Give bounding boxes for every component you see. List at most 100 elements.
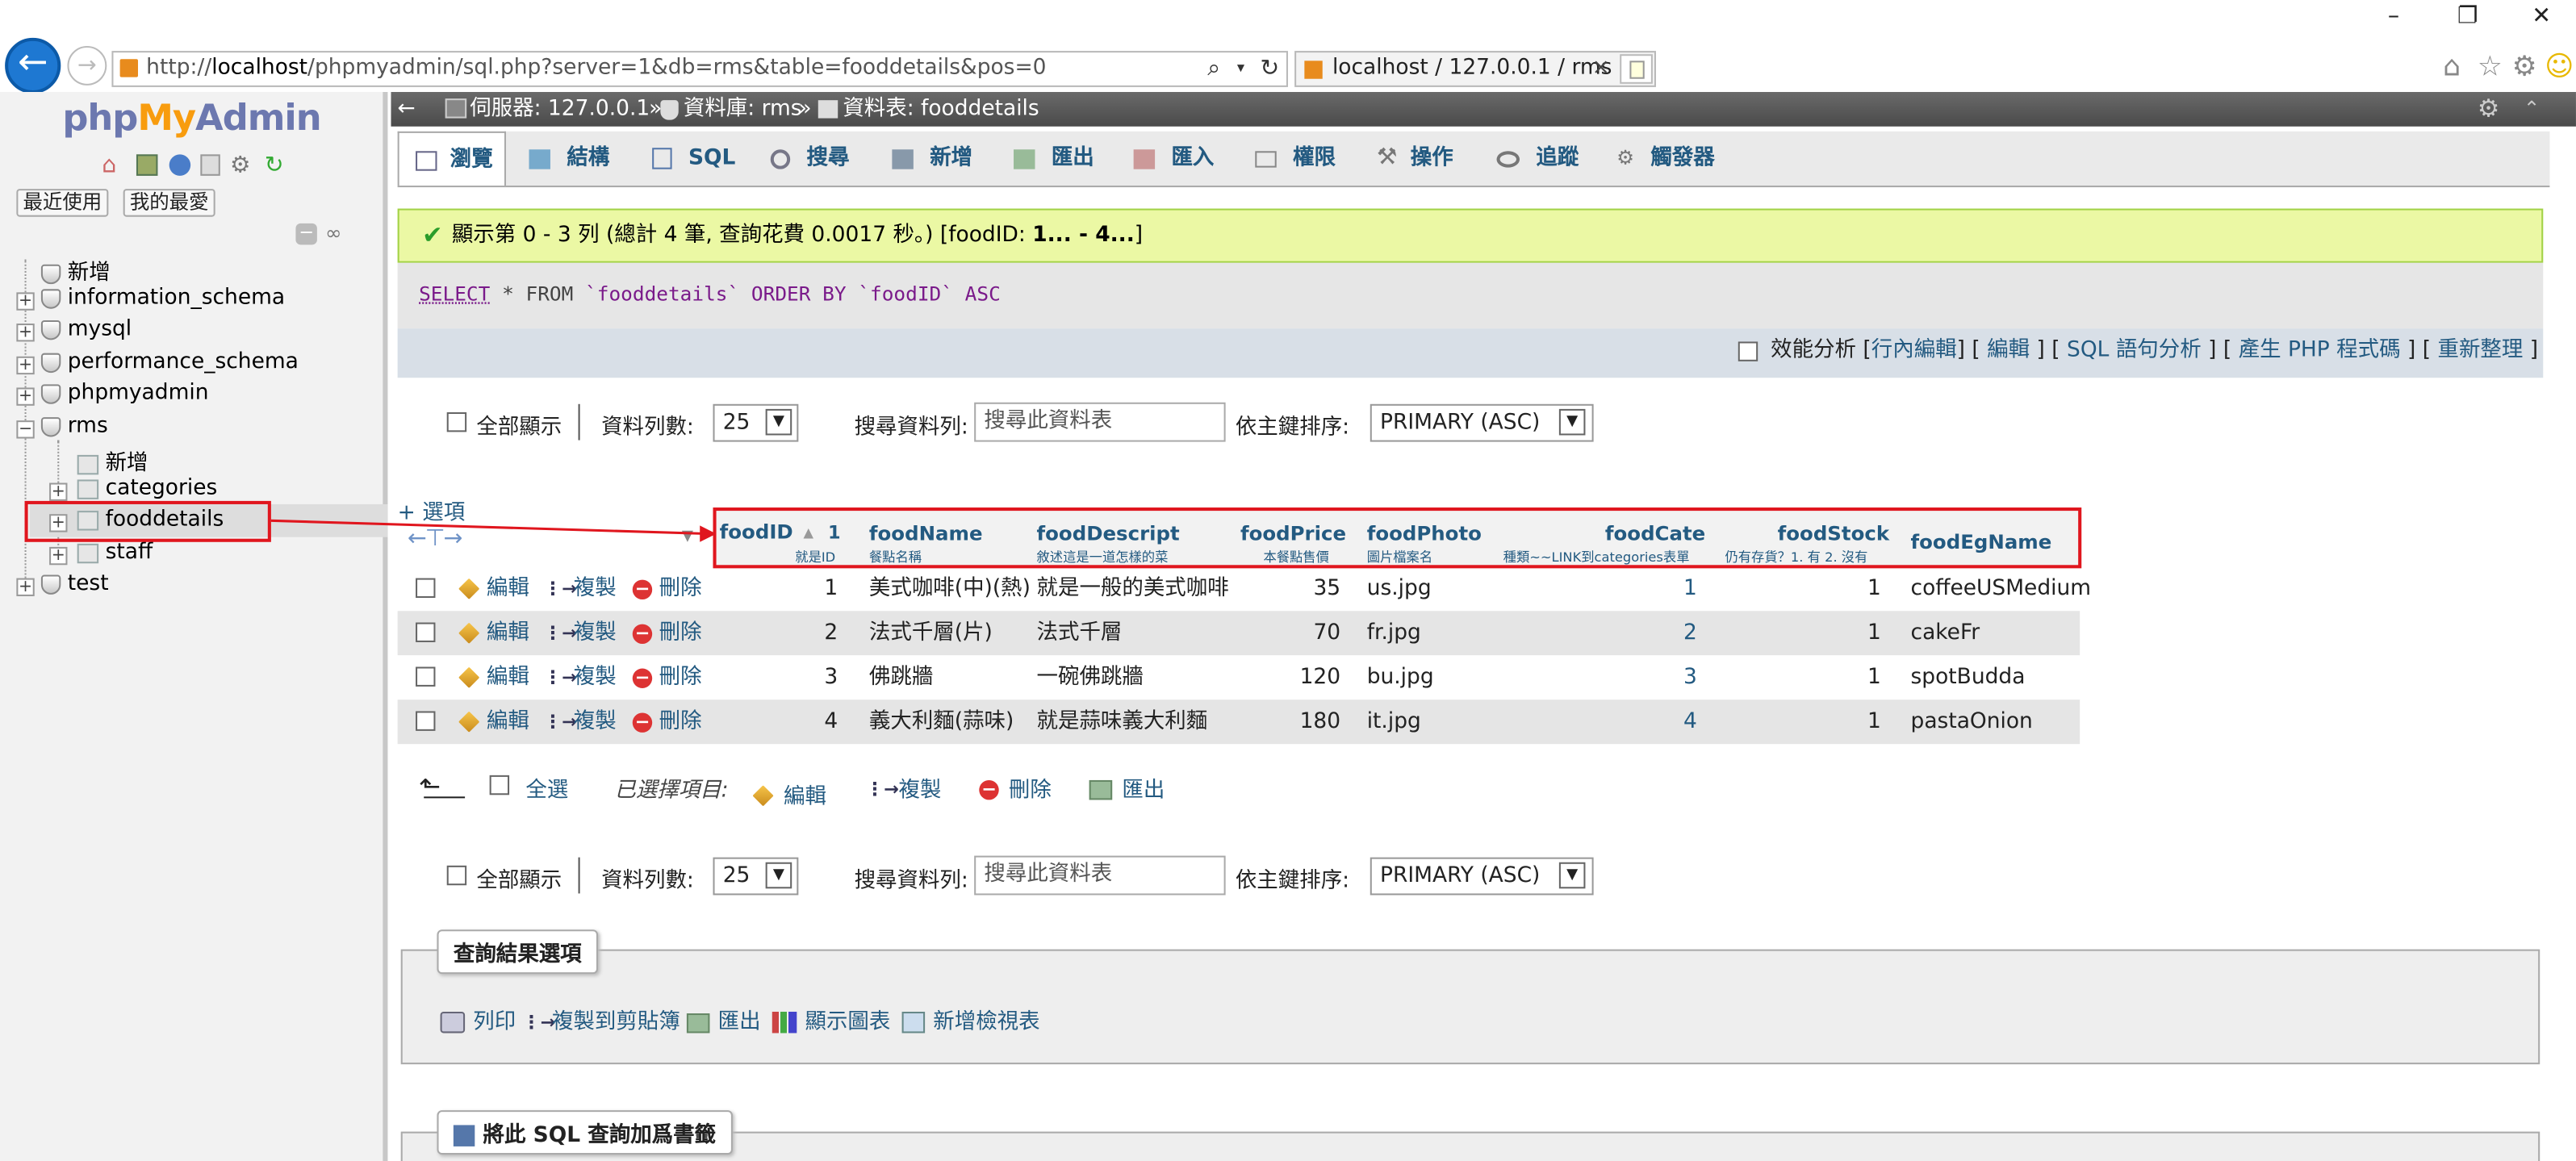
favorite-tables-button[interactable]: 我的最愛 xyxy=(123,189,215,217)
browser-tab[interactable]: localhost / 127.0.0.1 / rms ... × xyxy=(1294,51,1656,87)
sort-select[interactable]: PRIMARY (ASC) ▼ xyxy=(1370,403,1594,442)
page-settings-icon[interactable]: ⚙ xyxy=(2478,92,2499,127)
expand-icon[interactable]: + xyxy=(49,546,68,566)
show-all-checkbox[interactable] xyxy=(446,411,467,432)
tree-item-rms[interactable]: rms xyxy=(40,414,108,439)
collapse-top-icon[interactable]: ⌃ xyxy=(2524,92,2540,127)
check-all-label[interactable]: 全選 xyxy=(525,772,568,804)
bulk-export-button[interactable]: 匯出 xyxy=(1089,772,1165,803)
collapse-icon[interactable]: − xyxy=(16,420,35,439)
tree-item-performance-schema[interactable]: performance_schema xyxy=(40,350,299,374)
explain-sql-link[interactable]: SQL 語句分析 xyxy=(2067,338,2202,363)
edit-query-link[interactable]: 編輯 xyxy=(1987,338,2030,363)
bulk-edit-button[interactable]: 編輯 xyxy=(752,779,826,810)
breadcrumb-database[interactable]: 資料庫: rms xyxy=(684,92,802,127)
expand-icon[interactable]: + xyxy=(16,292,35,311)
settings-gear-icon[interactable]: ⚙ xyxy=(2512,51,2537,84)
recent-tables-button[interactable]: 最近使用 xyxy=(16,189,109,217)
tab-search[interactable]: 搜尋 xyxy=(757,132,849,186)
copy-clipboard-link[interactable]: ⋮→複製到剪貼簿 xyxy=(522,1004,680,1035)
window-close-button[interactable]: ✕ xyxy=(2520,3,2563,36)
expand-icon[interactable]: + xyxy=(49,482,68,501)
logout-icon[interactable] xyxy=(136,154,158,176)
cell-foodcate[interactable]: 4 xyxy=(1500,700,1697,744)
bulk-delete-button[interactable]: − 刪除 xyxy=(979,772,1052,803)
dropdown-arrow-icon[interactable]: ▾ xyxy=(1237,52,1244,86)
cell-foodegname: coffeeUSMedium xyxy=(1910,576,2092,602)
tab-privileges[interactable]: 權限 xyxy=(1242,132,1336,186)
collapse-sidebar-icon[interactable]: ← xyxy=(398,92,416,127)
cell-foodcate[interactable]: 2 xyxy=(1500,611,1697,655)
back-button[interactable]: ← xyxy=(5,37,61,94)
settings-icon[interactable]: ⚙ xyxy=(230,152,251,179)
bookmark-legend[interactable]: 將此 SQL 查詢加爲書籤 xyxy=(437,1110,733,1155)
display-chart-link[interactable]: 顯示圖表 xyxy=(772,1004,890,1034)
home-nav-icon[interactable]: ⌂ xyxy=(102,152,116,179)
expand-icon[interactable]: + xyxy=(16,387,35,406)
cell-foodcate[interactable]: 3 xyxy=(1500,655,1697,700)
expand-icon[interactable]: + xyxy=(16,356,35,375)
tab-operations[interactable]: ⚒ 操作 xyxy=(1364,132,1453,186)
window-restore-button[interactable]: ❐ xyxy=(2446,3,2489,36)
inline-edit-link[interactable]: 行內編輯 xyxy=(1871,338,1957,363)
show-all-checkbox-bottom[interactable] xyxy=(446,865,467,886)
link-with-main-icon[interactable]: ∞ xyxy=(325,223,350,244)
rows-select-bottom[interactable]: 25 ▼ xyxy=(713,857,799,896)
feedback-smiley-icon[interactable]: ☺ xyxy=(2545,51,2574,84)
tree-item-staff[interactable]: staff xyxy=(77,541,153,565)
tab-label: 追蹤 xyxy=(1536,146,1579,171)
tree-item-new-database[interactable]: 新增 xyxy=(40,255,111,286)
export-results-link[interactable]: 匯出 xyxy=(686,1004,761,1034)
create-view-link[interactable]: 新增檢視表 xyxy=(901,1004,1040,1034)
profiling-checkbox[interactable] xyxy=(1738,340,1758,361)
expand-icon[interactable]: + xyxy=(16,578,35,596)
tree-item-phpmyadmin[interactable]: phpmyadmin xyxy=(40,381,209,406)
tree-item-information-schema[interactable]: information_schema xyxy=(40,286,285,311)
tree-item-test[interactable]: test xyxy=(40,571,109,596)
address-bar[interactable]: http://localhost/phpmyadmin/sql.php?serv… xyxy=(111,51,1288,87)
refresh-icon[interactable]: ↻ xyxy=(1260,52,1279,86)
forward-button[interactable]: → xyxy=(67,45,107,86)
search-icon xyxy=(770,148,791,169)
tab-browse[interactable]: 瀏覽 xyxy=(397,131,506,186)
table-row: 編輯 ⋮→ 複製 − 刪除 4 義大利麵(蒜味) 就是蒜味義大利麵 180 it.jpg 4 1 p… xyxy=(397,700,2080,745)
tree-item-categories[interactable]: categories xyxy=(77,476,217,501)
tab-export[interactable]: 匯出 xyxy=(1001,132,1094,186)
sort-select-bottom[interactable]: PRIMARY (ASC) ▼ xyxy=(1370,857,1594,896)
refresh-link[interactable]: 重新整理 xyxy=(2438,338,2524,363)
new-tab-button[interactable] xyxy=(1620,54,1653,84)
favorites-star-icon[interactable]: ☆ xyxy=(2478,51,2503,84)
tree-item-mysql[interactable]: mysql xyxy=(40,317,132,341)
home-icon[interactable]: ⌂ xyxy=(2443,51,2461,84)
cell-foodcate[interactable]: 1 xyxy=(1500,566,1697,611)
tab-insert[interactable]: 新增 xyxy=(879,132,972,186)
sql-keyword[interactable]: SELECT xyxy=(419,282,490,305)
print-link[interactable]: 列印 xyxy=(440,1004,516,1034)
create-php-code-link[interactable]: 產生 PHP 程式碼 xyxy=(2239,338,2401,363)
breadcrumb-table[interactable]: 資料表: fooddetails xyxy=(843,92,1039,127)
bulk-copy-button[interactable]: ⋮→複製 xyxy=(866,772,942,804)
collapse-all-icon[interactable]: − xyxy=(295,223,317,245)
window-minimize-button[interactable]: – xyxy=(2373,3,2415,36)
search-rows-input[interactable]: 搜尋此資料表 xyxy=(974,402,1226,442)
reload-icon[interactable]: ↻ xyxy=(265,152,284,179)
tab-sql[interactable]: SQL xyxy=(639,132,735,186)
expand-icon[interactable]: + xyxy=(16,324,35,342)
tab-structure[interactable]: 結構 xyxy=(516,132,609,186)
phpmyadmin-logo[interactable]: phpMyAdmin xyxy=(62,98,321,140)
breadcrumb-server[interactable]: 伺服器: 127.0.0.1 xyxy=(470,92,650,127)
search-rows-input-bottom[interactable]: 搜尋此資料表 xyxy=(974,855,1226,896)
tab-triggers[interactable]: ⚙ 觸發器 xyxy=(1604,132,1715,186)
rows-select[interactable]: 25 ▼ xyxy=(713,403,799,442)
breadcrumb-bar: ← 伺服器: 127.0.0.1 » 資料庫: rms » 資料表: foodd… xyxy=(391,91,2576,127)
documentation-icon[interactable] xyxy=(200,154,220,176)
tab-tracking[interactable]: 追蹤 xyxy=(1483,132,1579,186)
search-icon[interactable]: ⌕ xyxy=(1207,52,1220,86)
check-all-checkbox[interactable] xyxy=(489,775,510,796)
tab-import[interactable]: 匯入 xyxy=(1120,132,1214,186)
annotation-arrow xyxy=(270,519,717,542)
help-icon[interactable] xyxy=(169,154,191,176)
tab-close-icon[interactable]: × xyxy=(1592,52,1610,86)
database-icon xyxy=(40,416,61,436)
tree-item-new-table[interactable]: 新增 xyxy=(77,445,148,476)
